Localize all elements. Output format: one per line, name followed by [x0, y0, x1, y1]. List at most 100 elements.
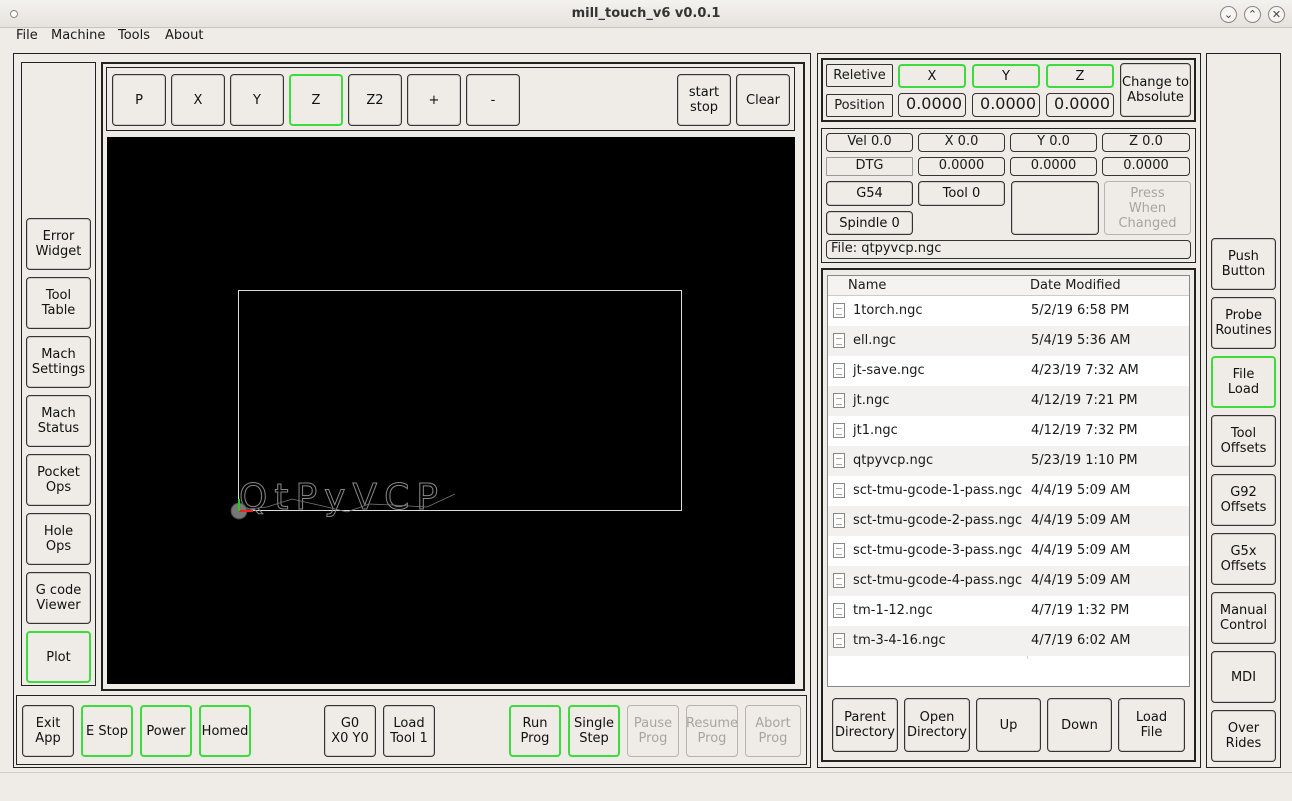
pause-prog-button[interactable]: Pause Prog — [627, 705, 679, 757]
jog-z2-button[interactable]: Z2 — [348, 74, 402, 126]
menu-file[interactable]: File — [16, 28, 38, 48]
nav-error-widget[interactable]: Error Widget — [26, 218, 91, 270]
load-file-button[interactable]: Load File — [1118, 698, 1185, 752]
table-row[interactable]: 1torch.ngc 5/2/19 6:58 PM — [828, 296, 1189, 326]
table-row[interactable]: ell.ngc 5/4/19 5:36 AM — [828, 326, 1189, 356]
file-date: 4/4/19 5:09 AM — [1031, 483, 1131, 498]
single-step-button[interactable]: Single Step — [568, 705, 620, 757]
file-icon — [833, 633, 845, 648]
file-name: jt-save.ngc — [853, 363, 925, 378]
file-label: File: qtpyvcp.ngc — [826, 240, 1191, 259]
file-icon — [833, 333, 845, 348]
menu-machine[interactable]: Machine — [51, 28, 105, 48]
nav-tool-offsets[interactable]: Tool Offsets — [1211, 415, 1276, 467]
header-date[interactable]: Date Modified — [1030, 278, 1121, 293]
resume-prog-button[interactable]: Resume Prog — [686, 705, 738, 757]
file-icon — [833, 453, 845, 468]
file-icon — [833, 363, 845, 378]
nav-push-button[interactable]: Push Button — [1211, 238, 1276, 290]
file-date: 4/4/19 5:09 AM — [1031, 513, 1131, 528]
abort-prog-button[interactable]: Abort Prog — [745, 705, 801, 757]
load-tool-button[interactable]: Load Tool 1 — [383, 705, 435, 757]
file-name: jt.ngc — [853, 393, 890, 408]
table-row[interactable]: sct-tmu-gcode-4-pass.ngc 4/4/19 5:09 AM — [828, 566, 1189, 596]
file-name: 1torch.ngc — [853, 303, 923, 318]
nav-probe-routines[interactable]: Probe Routines — [1211, 297, 1276, 349]
dro-x-button[interactable]: X — [898, 64, 966, 88]
press-when-changed-button[interactable]: Press When Changed — [1104, 181, 1191, 235]
clear-button[interactable]: Clear — [736, 74, 790, 126]
header-name[interactable]: Name — [848, 278, 886, 293]
file-name: sct-tmu-gcode-1-pass.ngc — [853, 483, 1023, 498]
up-button[interactable]: Up — [976, 698, 1041, 752]
dro-y-value: 0.0000 — [972, 93, 1040, 117]
file-name: sct-tmu-gcode-4-pass.ngc — [853, 573, 1023, 588]
menu-tools[interactable]: Tools — [118, 28, 150, 48]
backplot-canvas[interactable]: QtPyVCP — [107, 137, 795, 684]
menu-about[interactable]: About — [165, 28, 203, 48]
file-date: 5/2/19 6:58 PM — [1031, 303, 1130, 318]
tool-button[interactable]: Tool 0 — [918, 181, 1005, 206]
backplot-svg: QtPyVCP — [230, 290, 682, 520]
minimize-icon[interactable]: ⌄ — [1220, 6, 1237, 23]
nav-gcode-viewer[interactable]: G code Viewer — [26, 572, 91, 624]
nav-hole-ops[interactable]: Hole Ops — [26, 513, 91, 565]
nav-overrides[interactable]: Over Rides — [1211, 710, 1276, 762]
maximize-icon[interactable]: ⌃ — [1244, 6, 1261, 23]
down-button[interactable]: Down — [1047, 698, 1112, 752]
window-title: mill_touch_v6 v0.0.1 — [571, 6, 721, 21]
table-row[interactable]: tm-1-12.ngc 4/7/19 1:32 PM — [828, 596, 1189, 626]
nav-mdi[interactable]: MDI — [1211, 651, 1276, 703]
file-icon — [833, 603, 845, 618]
table-row[interactable]: jt-save.ngc 4/23/19 7:32 AM — [828, 356, 1189, 386]
jog-p-button[interactable]: P — [112, 74, 166, 126]
dro-z-button[interactable]: Z — [1046, 64, 1114, 88]
jog-plus-button[interactable]: + — [407, 74, 461, 126]
table-row[interactable]: sct-tmu-gcode-2-pass.ngc 4/4/19 5:09 AM — [828, 506, 1189, 536]
estop-button[interactable]: E Stop — [81, 705, 133, 757]
menu-bar: File Machine Tools About — [0, 28, 1292, 48]
file-table[interactable]: Name Date Modified 1torch.ngc 5/2/19 6:58… — [827, 275, 1190, 687]
blank-button[interactable] — [1011, 181, 1099, 235]
open-directory-button[interactable]: Open Directory — [904, 698, 970, 752]
file-icon — [833, 393, 845, 408]
table-row[interactable]: jt1.ngc 4/12/19 7:32 PM — [828, 416, 1189, 446]
power-button[interactable]: Power — [140, 705, 192, 757]
table-row[interactable]: tm-3-4-16.ngc 4/7/19 6:02 AM — [828, 626, 1189, 656]
file-name: tm-3-4-16.ngc — [853, 633, 946, 648]
nav-plot[interactable]: Plot — [26, 631, 91, 683]
jog-minus-button[interactable]: - — [466, 74, 520, 126]
dtg-x-value: 0.0000 — [918, 157, 1005, 176]
nav-g92-offsets[interactable]: G92 Offsets — [1211, 474, 1276, 526]
table-row[interactable]: sct-tmu-gcode-3-pass.ngc 4/4/19 5:09 AM — [828, 536, 1189, 566]
jog-z-button[interactable]: Z — [289, 74, 343, 126]
table-row[interactable]: sct-tmu-gcode-1-pass.ngc 4/4/19 5:09 AM — [828, 476, 1189, 506]
nav-file-load[interactable]: File Load — [1211, 356, 1276, 408]
start-stop-button[interactable]: start stop — [677, 74, 731, 126]
table-row[interactable]: qtpyvcp.ngc 5/23/19 1:10 PM — [828, 446, 1189, 476]
close-icon[interactable]: ✕ — [1268, 6, 1285, 23]
nav-mach-status[interactable]: Mach Status — [26, 395, 91, 447]
position-label: Position — [826, 94, 893, 117]
nav-mach-settings[interactable]: Mach Settings — [26, 336, 91, 388]
g0-x0y0-button[interactable]: G0 X0 Y0 — [324, 705, 376, 757]
table-row[interactable]: jt.ngc 4/12/19 7:21 PM — [828, 386, 1189, 416]
spindle-button[interactable]: Spindle 0 — [826, 211, 913, 235]
dtg-label: DTG — [826, 157, 913, 176]
parent-directory-button[interactable]: Parent Directory — [832, 698, 898, 752]
nav-tool-table[interactable]: Tool Table — [26, 277, 91, 329]
homed-button[interactable]: Homed — [199, 705, 251, 757]
change-to-absolute-button[interactable]: Change to Absolute — [1120, 63, 1191, 117]
file-icon — [833, 303, 845, 318]
file-icon — [833, 483, 845, 498]
table-header: Name Date Modified — [828, 276, 1189, 296]
exit-app-button[interactable]: Exit App — [22, 705, 74, 757]
nav-pocket-ops[interactable]: Pocket Ops — [26, 454, 91, 506]
jog-x-button[interactable]: X — [171, 74, 225, 126]
dro-y-button[interactable]: Y — [972, 64, 1040, 88]
nav-manual-control[interactable]: Manual Control — [1211, 592, 1276, 644]
run-prog-button[interactable]: Run Prog — [509, 705, 561, 757]
jog-y-button[interactable]: Y — [230, 74, 284, 126]
g54-button[interactable]: G54 — [826, 181, 913, 206]
nav-g5x-offsets[interactable]: G5x Offsets — [1211, 533, 1276, 585]
